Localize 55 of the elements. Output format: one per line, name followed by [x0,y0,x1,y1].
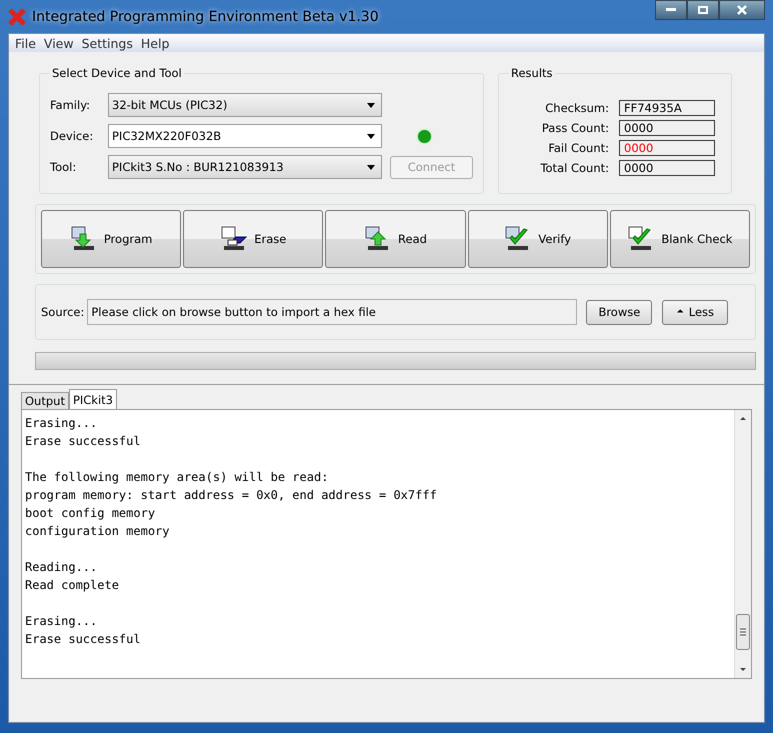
erase-icon [220,226,248,252]
action-button[interactable]: Program [41,210,182,268]
tab[interactable]: Output [21,392,69,409]
field-label: Family: [50,98,92,112]
result-label: Fail Count: [548,141,609,155]
log-line: Erasing... [25,415,98,432]
source-field[interactable]: Please click on browse button to import a hex file [87,299,578,325]
result-label: Total Count: [540,161,609,175]
dropdown[interactable]: 32-bit MCUs (PIC32) [108,93,382,117]
dropdown-caret-icon [367,102,375,108]
tab[interactable]: PICkit3 [68,389,117,409]
maximize-button[interactable] [687,0,719,20]
menu-item[interactable]: Settings [82,36,133,50]
result-label: Pass Count: [542,121,609,135]
field-label: Tool: [50,160,78,174]
source-label: Source: [41,305,84,319]
minimize-button[interactable] [655,0,687,20]
close-button[interactable] [719,0,765,20]
menu-item[interactable]: View [44,36,74,50]
minimize-icon [666,8,676,12]
scroll-thumb[interactable] [736,614,750,650]
result-value: 0000 [619,160,715,176]
window-title: Integrated Programming Environment Beta v1.30 [32,8,379,24]
dropdown[interactable]: PICkit3 S.No : BUR121083913 [108,155,382,179]
log-line: Erase successful [25,631,142,648]
less-button[interactable]: ⏶ Less [662,300,728,324]
log-line: boot config memory [25,505,156,522]
scrollbar[interactable] [734,410,751,678]
action-button[interactable]: Read [325,210,466,268]
action-button[interactable]: Verify [468,210,608,268]
action-button[interactable]: Blank Check [610,210,750,268]
log-line: Reading... [25,559,98,576]
group-title: Results [510,66,554,80]
dropdown-caret-icon [367,134,375,138]
result-value: FF74935A [619,100,715,116]
close-icon [737,5,747,15]
maximize-icon [698,6,708,14]
log-line: configuration memory [25,523,170,540]
result-value: 0000 [619,120,715,136]
dropdown-caret-icon [367,164,375,170]
log-line: Erasing... [25,613,98,630]
log-line: Read complete [25,577,120,594]
result-label: Checksum: [545,101,609,115]
group-title: Select Device and Tool [51,66,183,80]
log-line: program memory: start address = 0x0, end address = 0x7fff [25,487,438,504]
app-logo-icon [8,8,26,26]
result-value: 0000 [619,140,715,156]
field-label: Device: [50,129,94,143]
dropdown[interactable]: PIC32MX220F032B [108,124,382,148]
log-line: Erase successful [25,433,142,450]
browse-button[interactable]: Browse [586,300,652,324]
menu-item[interactable]: File [15,36,36,50]
action-button[interactable]: Erase [183,210,324,268]
menu-item[interactable]: Help [140,36,170,50]
log-line: The following memory area(s) will be read: [25,469,330,486]
